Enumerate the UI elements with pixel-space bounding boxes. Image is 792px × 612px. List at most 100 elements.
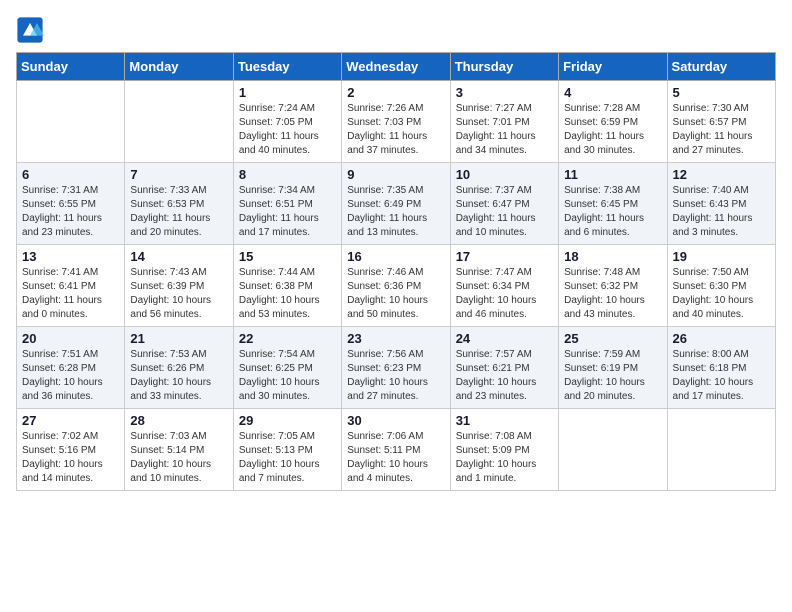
day-info: Sunrise: 7:47 AM Sunset: 6:34 PM Dayligh… [456,266,553,322]
day-number: 3 [456,85,553,100]
day-number: 18 [564,249,661,264]
calendar-day-cell: 23 Sunrise: 7:56 AM Sunset: 6:23 PM Dayli… [342,327,450,409]
day-number: 11 [564,167,661,182]
day-info: Sunrise: 7:35 AM Sunset: 6:49 PM Dayligh… [347,184,444,240]
calendar-body: 1Sunrise: 7:24 AM Sunset: 7:05 PM Daylig… [17,81,776,491]
day-info: Sunrise: 8:00 AM Sunset: 6:18 PM Dayligh… [673,348,770,404]
calendar-day-cell: 14 Sunrise: 7:43 AM Sunset: 6:39 PM Dayli… [125,245,233,327]
calendar-day-cell: 9 Sunrise: 7:35 AM Sunset: 6:49 PM Daylig… [342,163,450,245]
calendar-day-cell: 10Sunrise: 7:37 AM Sunset: 6:47 PM Dayli… [450,163,558,245]
day-info: Sunrise: 7:27 AM Sunset: 7:01 PM Dayligh… [456,102,553,158]
calendar-day-cell: 29 Sunrise: 7:05 AM Sunset: 5:13 PM Dayli… [233,409,341,491]
day-info: Sunrise: 7:59 AM Sunset: 6:19 PM Dayligh… [564,348,661,404]
calendar-week-row: 1Sunrise: 7:24 AM Sunset: 7:05 PM Daylig… [17,81,776,163]
day-number: 25 [564,331,661,346]
calendar-day-cell: 12 Sunrise: 7:40 AM Sunset: 6:43 PM Dayli… [667,163,775,245]
day-number: 15 [239,249,336,264]
day-number: 26 [673,331,770,346]
day-number: 27 [22,413,119,428]
day-number: 7 [130,167,227,182]
day-number: 8 [239,167,336,182]
day-info: Sunrise: 7:30 AM Sunset: 6:57 PM Dayligh… [673,102,770,158]
day-number: 2 [347,85,444,100]
day-info: Sunrise: 7:50 AM Sunset: 6:30 PM Dayligh… [673,266,770,322]
calendar-day-cell: 7Sunrise: 7:33 AM Sunset: 6:53 PM Daylig… [125,163,233,245]
calendar-day-cell [559,409,667,491]
calendar-week-row: 27 Sunrise: 7:02 AM Sunset: 5:16 PM Dayli… [17,409,776,491]
calendar-day-cell: 28Sunrise: 7:03 AM Sunset: 5:14 PM Dayli… [125,409,233,491]
day-info: Sunrise: 7:57 AM Sunset: 6:21 PM Dayligh… [456,348,553,404]
calendar-day-cell: 27 Sunrise: 7:02 AM Sunset: 5:16 PM Dayli… [17,409,125,491]
day-info: Sunrise: 7:03 AM Sunset: 5:14 PM Dayligh… [130,430,227,486]
weekday-header-cell: Friday [559,53,667,81]
day-info: Sunrise: 7:02 AM Sunset: 5:16 PM Dayligh… [22,430,119,486]
day-number: 6 [22,167,119,182]
day-number: 20 [22,331,119,346]
day-number: 4 [564,85,661,100]
calendar-day-cell: 15 Sunrise: 7:44 AM Sunset: 6:38 PM Dayli… [233,245,341,327]
calendar-day-cell: 17Sunrise: 7:47 AM Sunset: 6:34 PM Dayli… [450,245,558,327]
calendar-day-cell: 24 Sunrise: 7:57 AM Sunset: 6:21 PM Dayli… [450,327,558,409]
day-info: Sunrise: 7:38 AM Sunset: 6:45 PM Dayligh… [564,184,661,240]
calendar-day-cell: 18 Sunrise: 7:48 AM Sunset: 6:32 PM Dayli… [559,245,667,327]
day-info: Sunrise: 7:46 AM Sunset: 6:36 PM Dayligh… [347,266,444,322]
calendar-day-cell: 11 Sunrise: 7:38 AM Sunset: 6:45 PM Dayli… [559,163,667,245]
weekday-header-cell: Thursday [450,53,558,81]
calendar-day-cell: 16 Sunrise: 7:46 AM Sunset: 6:36 PM Dayli… [342,245,450,327]
weekday-header-cell: Monday [125,53,233,81]
calendar-day-cell: 13Sunrise: 7:41 AM Sunset: 6:41 PM Dayli… [17,245,125,327]
day-info: Sunrise: 7:06 AM Sunset: 5:11 PM Dayligh… [347,430,444,486]
logo-icon [16,16,44,44]
calendar-table: SundayMondayTuesdayWednesdayThursdayFrid… [16,52,776,491]
day-info: Sunrise: 7:31 AM Sunset: 6:55 PM Dayligh… [22,184,119,240]
day-info: Sunrise: 7:54 AM Sunset: 6:25 PM Dayligh… [239,348,336,404]
weekday-header-cell: Wednesday [342,53,450,81]
calendar-day-cell: 22Sunrise: 7:54 AM Sunset: 6:25 PM Dayli… [233,327,341,409]
day-info: Sunrise: 7:28 AM Sunset: 6:59 PM Dayligh… [564,102,661,158]
day-number: 29 [239,413,336,428]
day-info: Sunrise: 7:48 AM Sunset: 6:32 PM Dayligh… [564,266,661,322]
calendar-week-row: 6 Sunrise: 7:31 AM Sunset: 6:55 PM Daylig… [17,163,776,245]
day-number: 1 [239,85,336,100]
weekday-header-cell: Sunday [17,53,125,81]
day-number: 12 [673,167,770,182]
day-number: 21 [130,331,227,346]
calendar-day-cell: 3 Sunrise: 7:27 AM Sunset: 7:01 PM Daylig… [450,81,558,163]
day-info: Sunrise: 7:05 AM Sunset: 5:13 PM Dayligh… [239,430,336,486]
calendar-day-cell: 6 Sunrise: 7:31 AM Sunset: 6:55 PM Daylig… [17,163,125,245]
day-info: Sunrise: 7:56 AM Sunset: 6:23 PM Dayligh… [347,348,444,404]
day-info: Sunrise: 7:26 AM Sunset: 7:03 PM Dayligh… [347,102,444,158]
calendar-week-row: 13Sunrise: 7:41 AM Sunset: 6:41 PM Dayli… [17,245,776,327]
day-number: 16 [347,249,444,264]
calendar-day-cell: 20 Sunrise: 7:51 AM Sunset: 6:28 PM Dayli… [17,327,125,409]
day-info: Sunrise: 7:51 AM Sunset: 6:28 PM Dayligh… [22,348,119,404]
day-info: Sunrise: 7:44 AM Sunset: 6:38 PM Dayligh… [239,266,336,322]
calendar-day-cell: 2 Sunrise: 7:26 AM Sunset: 7:03 PM Daylig… [342,81,450,163]
day-number: 24 [456,331,553,346]
calendar-day-cell: 25 Sunrise: 7:59 AM Sunset: 6:19 PM Dayli… [559,327,667,409]
day-info: Sunrise: 7:34 AM Sunset: 6:51 PM Dayligh… [239,184,336,240]
calendar-day-cell [17,81,125,163]
day-number: 30 [347,413,444,428]
calendar-day-cell [125,81,233,163]
calendar-day-cell: 30 Sunrise: 7:06 AM Sunset: 5:11 PM Dayli… [342,409,450,491]
day-number: 14 [130,249,227,264]
calendar-day-cell: 1Sunrise: 7:24 AM Sunset: 7:05 PM Daylig… [233,81,341,163]
page-header [16,16,776,44]
day-info: Sunrise: 7:43 AM Sunset: 6:39 PM Dayligh… [130,266,227,322]
day-info: Sunrise: 7:40 AM Sunset: 6:43 PM Dayligh… [673,184,770,240]
day-number: 5 [673,85,770,100]
day-number: 9 [347,167,444,182]
day-number: 23 [347,331,444,346]
logo [16,16,48,44]
calendar-day-cell: 31Sunrise: 7:08 AM Sunset: 5:09 PM Dayli… [450,409,558,491]
calendar-day-cell: 8 Sunrise: 7:34 AM Sunset: 6:51 PM Daylig… [233,163,341,245]
calendar-day-cell: 5 Sunrise: 7:30 AM Sunset: 6:57 PM Daylig… [667,81,775,163]
calendar-day-cell: 19 Sunrise: 7:50 AM Sunset: 6:30 PM Dayli… [667,245,775,327]
weekday-header-cell: Tuesday [233,53,341,81]
calendar-day-cell: 21 Sunrise: 7:53 AM Sunset: 6:26 PM Dayli… [125,327,233,409]
day-info: Sunrise: 7:08 AM Sunset: 5:09 PM Dayligh… [456,430,553,486]
day-info: Sunrise: 7:53 AM Sunset: 6:26 PM Dayligh… [130,348,227,404]
day-number: 19 [673,249,770,264]
calendar-week-row: 20 Sunrise: 7:51 AM Sunset: 6:28 PM Dayli… [17,327,776,409]
